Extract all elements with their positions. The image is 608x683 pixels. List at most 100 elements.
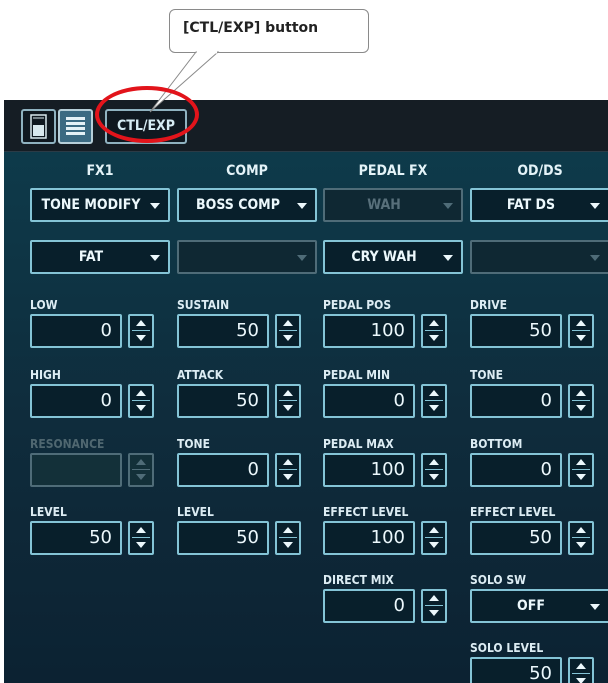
solo-level-value-field[interactable]: 50 — [470, 657, 562, 683]
drive-value-field[interactable]: 50 — [470, 314, 562, 348]
stepper-down-icon[interactable] — [283, 405, 293, 411]
effect-level-stepper[interactable] — [421, 521, 447, 555]
effect-level-stepper[interactable] — [568, 521, 594, 555]
stepper-up-icon[interactable] — [283, 390, 293, 396]
stepper-divider — [132, 537, 150, 538]
level-value-field[interactable]: 50 — [177, 521, 269, 555]
chevron-down-icon — [150, 203, 160, 209]
variation-select-value: FAT — [78, 249, 104, 265]
chevron-down-icon — [150, 255, 160, 261]
tone-value-field[interactable]: 0 — [470, 384, 562, 418]
stepper-up-icon[interactable] — [136, 527, 146, 533]
drive-stepper[interactable] — [568, 314, 594, 348]
highlight-ring — [95, 86, 199, 143]
type-select[interactable]: FAT DS — [470, 188, 608, 222]
stepper-up-icon[interactable] — [576, 663, 586, 669]
stepper-down-icon[interactable] — [576, 542, 586, 548]
solo-level-stepper[interactable] — [568, 657, 594, 683]
stepper-up-icon[interactable] — [429, 595, 439, 601]
stepper-divider — [132, 330, 150, 331]
level-stepper[interactable] — [128, 521, 154, 555]
variation-select[interactable]: CRY WAH — [323, 240, 463, 274]
resonance-stepper — [128, 453, 154, 487]
pedal-pos-stepper[interactable] — [421, 314, 447, 348]
low-value-field[interactable]: 0 — [30, 314, 122, 348]
pedal-min-value-field[interactable]: 0 — [323, 384, 415, 418]
pedal-pos-value-field[interactable]: 100 — [323, 314, 415, 348]
stepper-up-icon[interactable] — [429, 527, 439, 533]
level-stepper[interactable] — [275, 521, 301, 555]
stepper-down-icon[interactable] — [429, 335, 439, 341]
stepper-divider — [279, 537, 297, 538]
stepper-divider — [572, 537, 590, 538]
stepper-down-icon[interactable] — [429, 474, 439, 480]
direct-mix-stepper[interactable] — [421, 589, 447, 623]
effect-level-value-field[interactable]: 50 — [470, 521, 562, 555]
type-select[interactable]: BOSS COMP — [177, 188, 317, 222]
low-stepper[interactable] — [128, 314, 154, 348]
stepper-down-icon[interactable] — [429, 542, 439, 548]
stepper-up-icon[interactable] — [576, 390, 586, 396]
chevron-down-icon — [297, 255, 307, 261]
stepper-divider — [132, 469, 150, 470]
param-label-high: HIGH — [30, 368, 61, 382]
column-header: OD/DS — [517, 163, 563, 179]
resonance-value-field — [30, 453, 122, 487]
stepper-up-icon[interactable] — [429, 390, 439, 396]
high-stepper[interactable] — [128, 384, 154, 418]
solo-sw-select[interactable]: OFF — [470, 589, 608, 623]
stepper-down-icon[interactable] — [283, 542, 293, 548]
sustain-value-field[interactable]: 50 — [177, 314, 269, 348]
type-select-value: TONE MODIFY — [41, 197, 141, 213]
stepper-up-icon[interactable] — [136, 390, 146, 396]
stepper-up-icon[interactable] — [576, 320, 586, 326]
stepper-down-icon[interactable] — [283, 335, 293, 341]
param-label-pedal-min: PEDAL MIN — [323, 368, 391, 382]
param-label-effect-level: EFFECT LEVEL — [470, 505, 556, 519]
param-label-attack: ATTACK — [177, 368, 224, 382]
stepper-down-icon[interactable] — [576, 335, 586, 341]
pedal-max-value-field[interactable]: 100 — [323, 453, 415, 487]
stepper-down-icon[interactable] — [136, 542, 146, 548]
stepper-up-icon[interactable] — [136, 320, 146, 326]
stepper-up-icon[interactable] — [283, 320, 293, 326]
solo-sw-select-value: OFF — [517, 598, 545, 614]
variation-select[interactable]: FAT — [30, 240, 170, 274]
stepper-down-icon[interactable] — [136, 405, 146, 411]
attack-value-field[interactable]: 50 — [177, 384, 269, 418]
stepper-divider — [279, 469, 297, 470]
high-value-field[interactable]: 0 — [30, 384, 122, 418]
level-value-field[interactable]: 50 — [30, 521, 122, 555]
tone-stepper[interactable] — [275, 453, 301, 487]
type-select[interactable]: TONE MODIFY — [30, 188, 170, 222]
stepper-down-icon[interactable] — [136, 335, 146, 341]
stepper-up-icon[interactable] — [429, 320, 439, 326]
sustain-stepper[interactable] — [275, 314, 301, 348]
stepper-up-icon[interactable] — [283, 527, 293, 533]
direct-mix-value-field[interactable]: 0 — [323, 589, 415, 623]
stepper-down-icon[interactable] — [429, 610, 439, 616]
stepper-up-icon[interactable] — [576, 459, 586, 465]
bottom-stepper[interactable] — [568, 453, 594, 487]
stepper-down-icon[interactable] — [576, 405, 586, 411]
param-label-low: LOW — [30, 298, 58, 312]
stepper-divider — [279, 330, 297, 331]
stepper-up-icon[interactable] — [576, 527, 586, 533]
pedal-min-stepper[interactable] — [421, 384, 447, 418]
stepper-down-icon[interactable] — [576, 678, 586, 683]
stepper-down-icon[interactable] — [429, 405, 439, 411]
attack-stepper[interactable] — [275, 384, 301, 418]
stepper-up-icon[interactable] — [429, 459, 439, 465]
bottom-value-field[interactable]: 0 — [470, 453, 562, 487]
type-select-value: BOSS COMP — [196, 197, 280, 213]
chevron-down-icon — [590, 255, 600, 261]
stepper-up-icon[interactable] — [283, 459, 293, 465]
stepper-divider — [572, 330, 590, 331]
stepper-down-icon[interactable] — [576, 474, 586, 480]
pedal-max-stepper[interactable] — [421, 453, 447, 487]
effect-level-value-field[interactable]: 100 — [323, 521, 415, 555]
param-label-tone: TONE — [177, 437, 210, 451]
tone-stepper[interactable] — [568, 384, 594, 418]
tone-value-field[interactable]: 0 — [177, 453, 269, 487]
stepper-down-icon[interactable] — [283, 474, 293, 480]
